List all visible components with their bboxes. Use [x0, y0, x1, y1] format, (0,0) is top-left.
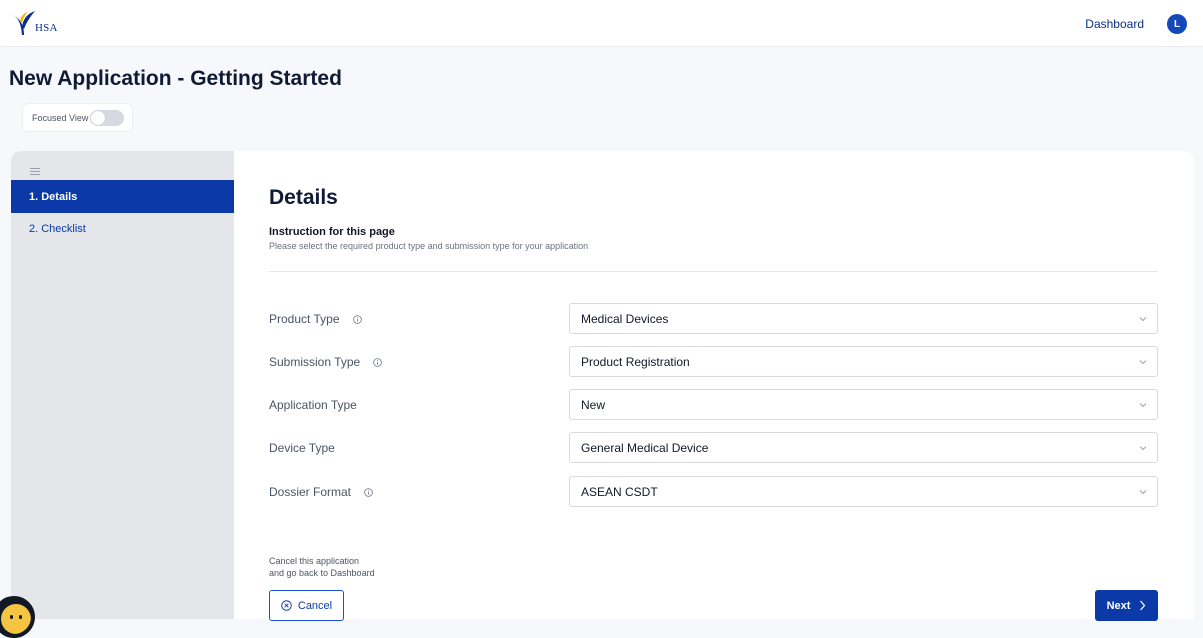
next-button[interactable]: Next	[1095, 590, 1158, 621]
cancel-note-line2: and go back to Dashboard	[269, 568, 375, 578]
step-details[interactable]: 1. Details	[11, 180, 234, 213]
product-type-value: Medical Devices	[581, 311, 669, 326]
application-type-select[interactable]: New	[569, 389, 1158, 420]
chevron-down-icon	[1139, 490, 1147, 495]
info-icon[interactable]	[364, 487, 373, 497]
logo-text: HSA	[35, 22, 58, 34]
chevron-right-icon	[1140, 600, 1146, 611]
application-type-label: Application Type	[269, 398, 357, 412]
top-bar: HSA Dashboard L	[0, 0, 1203, 47]
dashboard-link[interactable]: Dashboard	[1085, 17, 1144, 31]
cancel-note-line1: Cancel this application	[269, 556, 360, 566]
next-label: Next	[1106, 599, 1131, 612]
dossier-format-label: Dossier Format	[269, 485, 352, 499]
focused-view-label: Focused View	[32, 112, 89, 123]
hsa-logo[interactable]: HSA	[9, 9, 69, 39]
chevron-down-icon	[1139, 360, 1147, 365]
toggle-knob	[91, 110, 106, 125]
field-label: Device Type	[269, 441, 335, 455]
submission-type-select[interactable]: Product Registration	[569, 346, 1158, 377]
toggle-switch[interactable]	[90, 109, 125, 126]
page-title: New Application - Getting Started	[9, 67, 342, 90]
application-type-value: New	[581, 397, 606, 412]
form-row-product-type: Product Type Medical Devices	[269, 303, 1158, 334]
instruction-text: Please select the required product type …	[269, 241, 589, 251]
divider	[269, 271, 1158, 272]
dossier-format-value: ASEAN CSDT	[581, 484, 658, 499]
field-label: Dossier Format	[269, 485, 373, 499]
chatbot-face	[1, 604, 31, 634]
section-title: Details	[269, 186, 338, 209]
avatar[interactable]: L	[1167, 14, 1187, 34]
details-card: Details Instruction for this page Please…	[234, 151, 1194, 621]
submission-type-label: Submission Type	[269, 355, 361, 369]
form-row-device-type: Device Type General Medical Device	[269, 432, 1158, 463]
chatbot-eye	[10, 615, 13, 619]
form-row-dossier-format: Dossier Format ASEAN CSDT	[269, 476, 1158, 507]
close-circle-icon	[281, 600, 292, 611]
form-row-application-type: Application Type New	[269, 389, 1158, 420]
product-type-select[interactable]: Medical Devices	[569, 303, 1158, 334]
chevron-down-icon	[1139, 317, 1147, 322]
device-type-select[interactable]: General Medical Device	[569, 432, 1158, 463]
form-row-submission-type: Submission Type Product Registration	[269, 346, 1158, 377]
device-type-label: Device Type	[269, 441, 335, 455]
device-type-value: General Medical Device	[581, 440, 709, 455]
product-type-label: Product Type	[269, 312, 340, 326]
chevron-down-icon	[1139, 403, 1147, 408]
chatbot-eye	[19, 615, 22, 619]
info-icon[interactable]	[352, 314, 362, 324]
field-label: Submission Type	[269, 355, 382, 369]
cancel-button[interactable]: Cancel	[269, 590, 344, 621]
step-sidebar: 1. Details 2. Checklist	[11, 151, 234, 619]
cancel-label: Cancel	[297, 599, 333, 612]
instruction-heading: Instruction for this page	[269, 226, 395, 238]
submission-type-value: Product Registration	[581, 354, 690, 369]
info-icon[interactable]	[373, 357, 382, 367]
dossier-format-select[interactable]: ASEAN CSDT	[569, 476, 1158, 507]
chatbot-icon[interactable]	[0, 596, 35, 638]
chevron-down-icon	[1139, 446, 1147, 451]
field-label: Product Type	[269, 312, 362, 326]
cancel-note: Cancel this application and go back to D…	[269, 555, 375, 579]
field-label: Application Type	[269, 398, 357, 412]
hamburger-menu-icon[interactable]	[30, 168, 40, 175]
step-checklist[interactable]: 2. Checklist	[11, 213, 234, 244]
focused-view-toggle[interactable]: Focused View	[23, 104, 132, 131]
